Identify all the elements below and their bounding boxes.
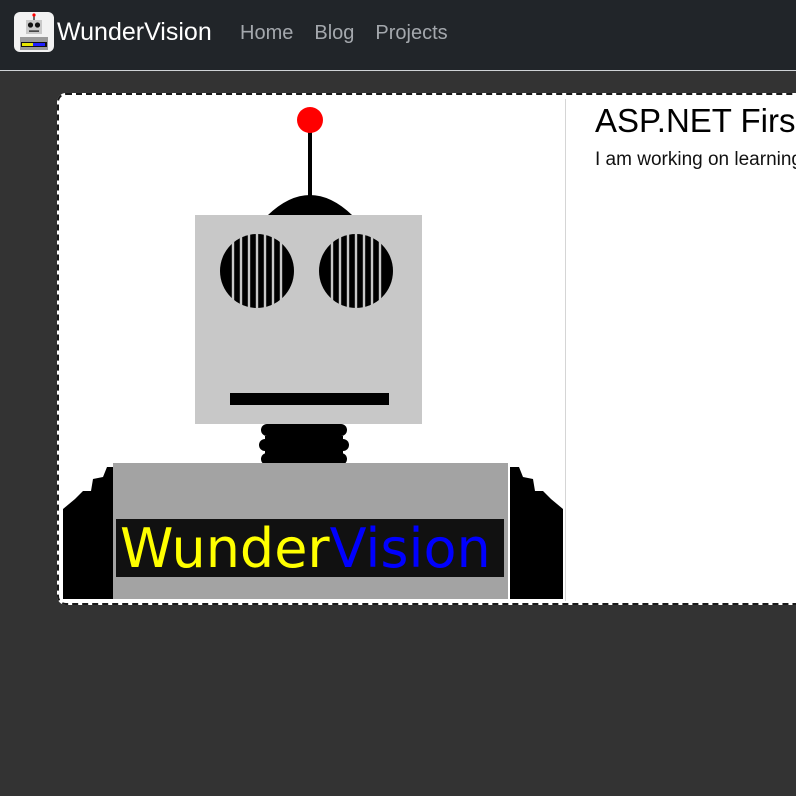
- brand-name: WunderVision: [57, 18, 212, 46]
- main-nav: Home Blog Projects: [240, 19, 448, 47]
- post-title[interactable]: ASP.NET First: [595, 99, 796, 143]
- robot-logo-icon: [14, 12, 54, 52]
- left-eye: [220, 234, 294, 308]
- post-excerpt: I am working on learning: [595, 149, 796, 170]
- navbar: WunderVision Home Blog Projects: [0, 0, 796, 71]
- robot-illustration: WunderVision: [63, 99, 563, 599]
- nav-link-home[interactable]: Home: [240, 19, 293, 47]
- post-card-image: WunderVision: [63, 99, 566, 601]
- post-card-body: ASP.NET First I am working on learning: [595, 99, 796, 171]
- post-card[interactable]: WunderVision ASP.NET First I am working …: [57, 93, 796, 605]
- right-eye: [319, 234, 393, 308]
- brand-link[interactable]: WunderVision: [14, 12, 212, 52]
- robot-banner-text: WunderVision: [120, 517, 491, 580]
- nav-link-blog[interactable]: Blog: [314, 19, 354, 47]
- nav-link-projects[interactable]: Projects: [375, 19, 447, 47]
